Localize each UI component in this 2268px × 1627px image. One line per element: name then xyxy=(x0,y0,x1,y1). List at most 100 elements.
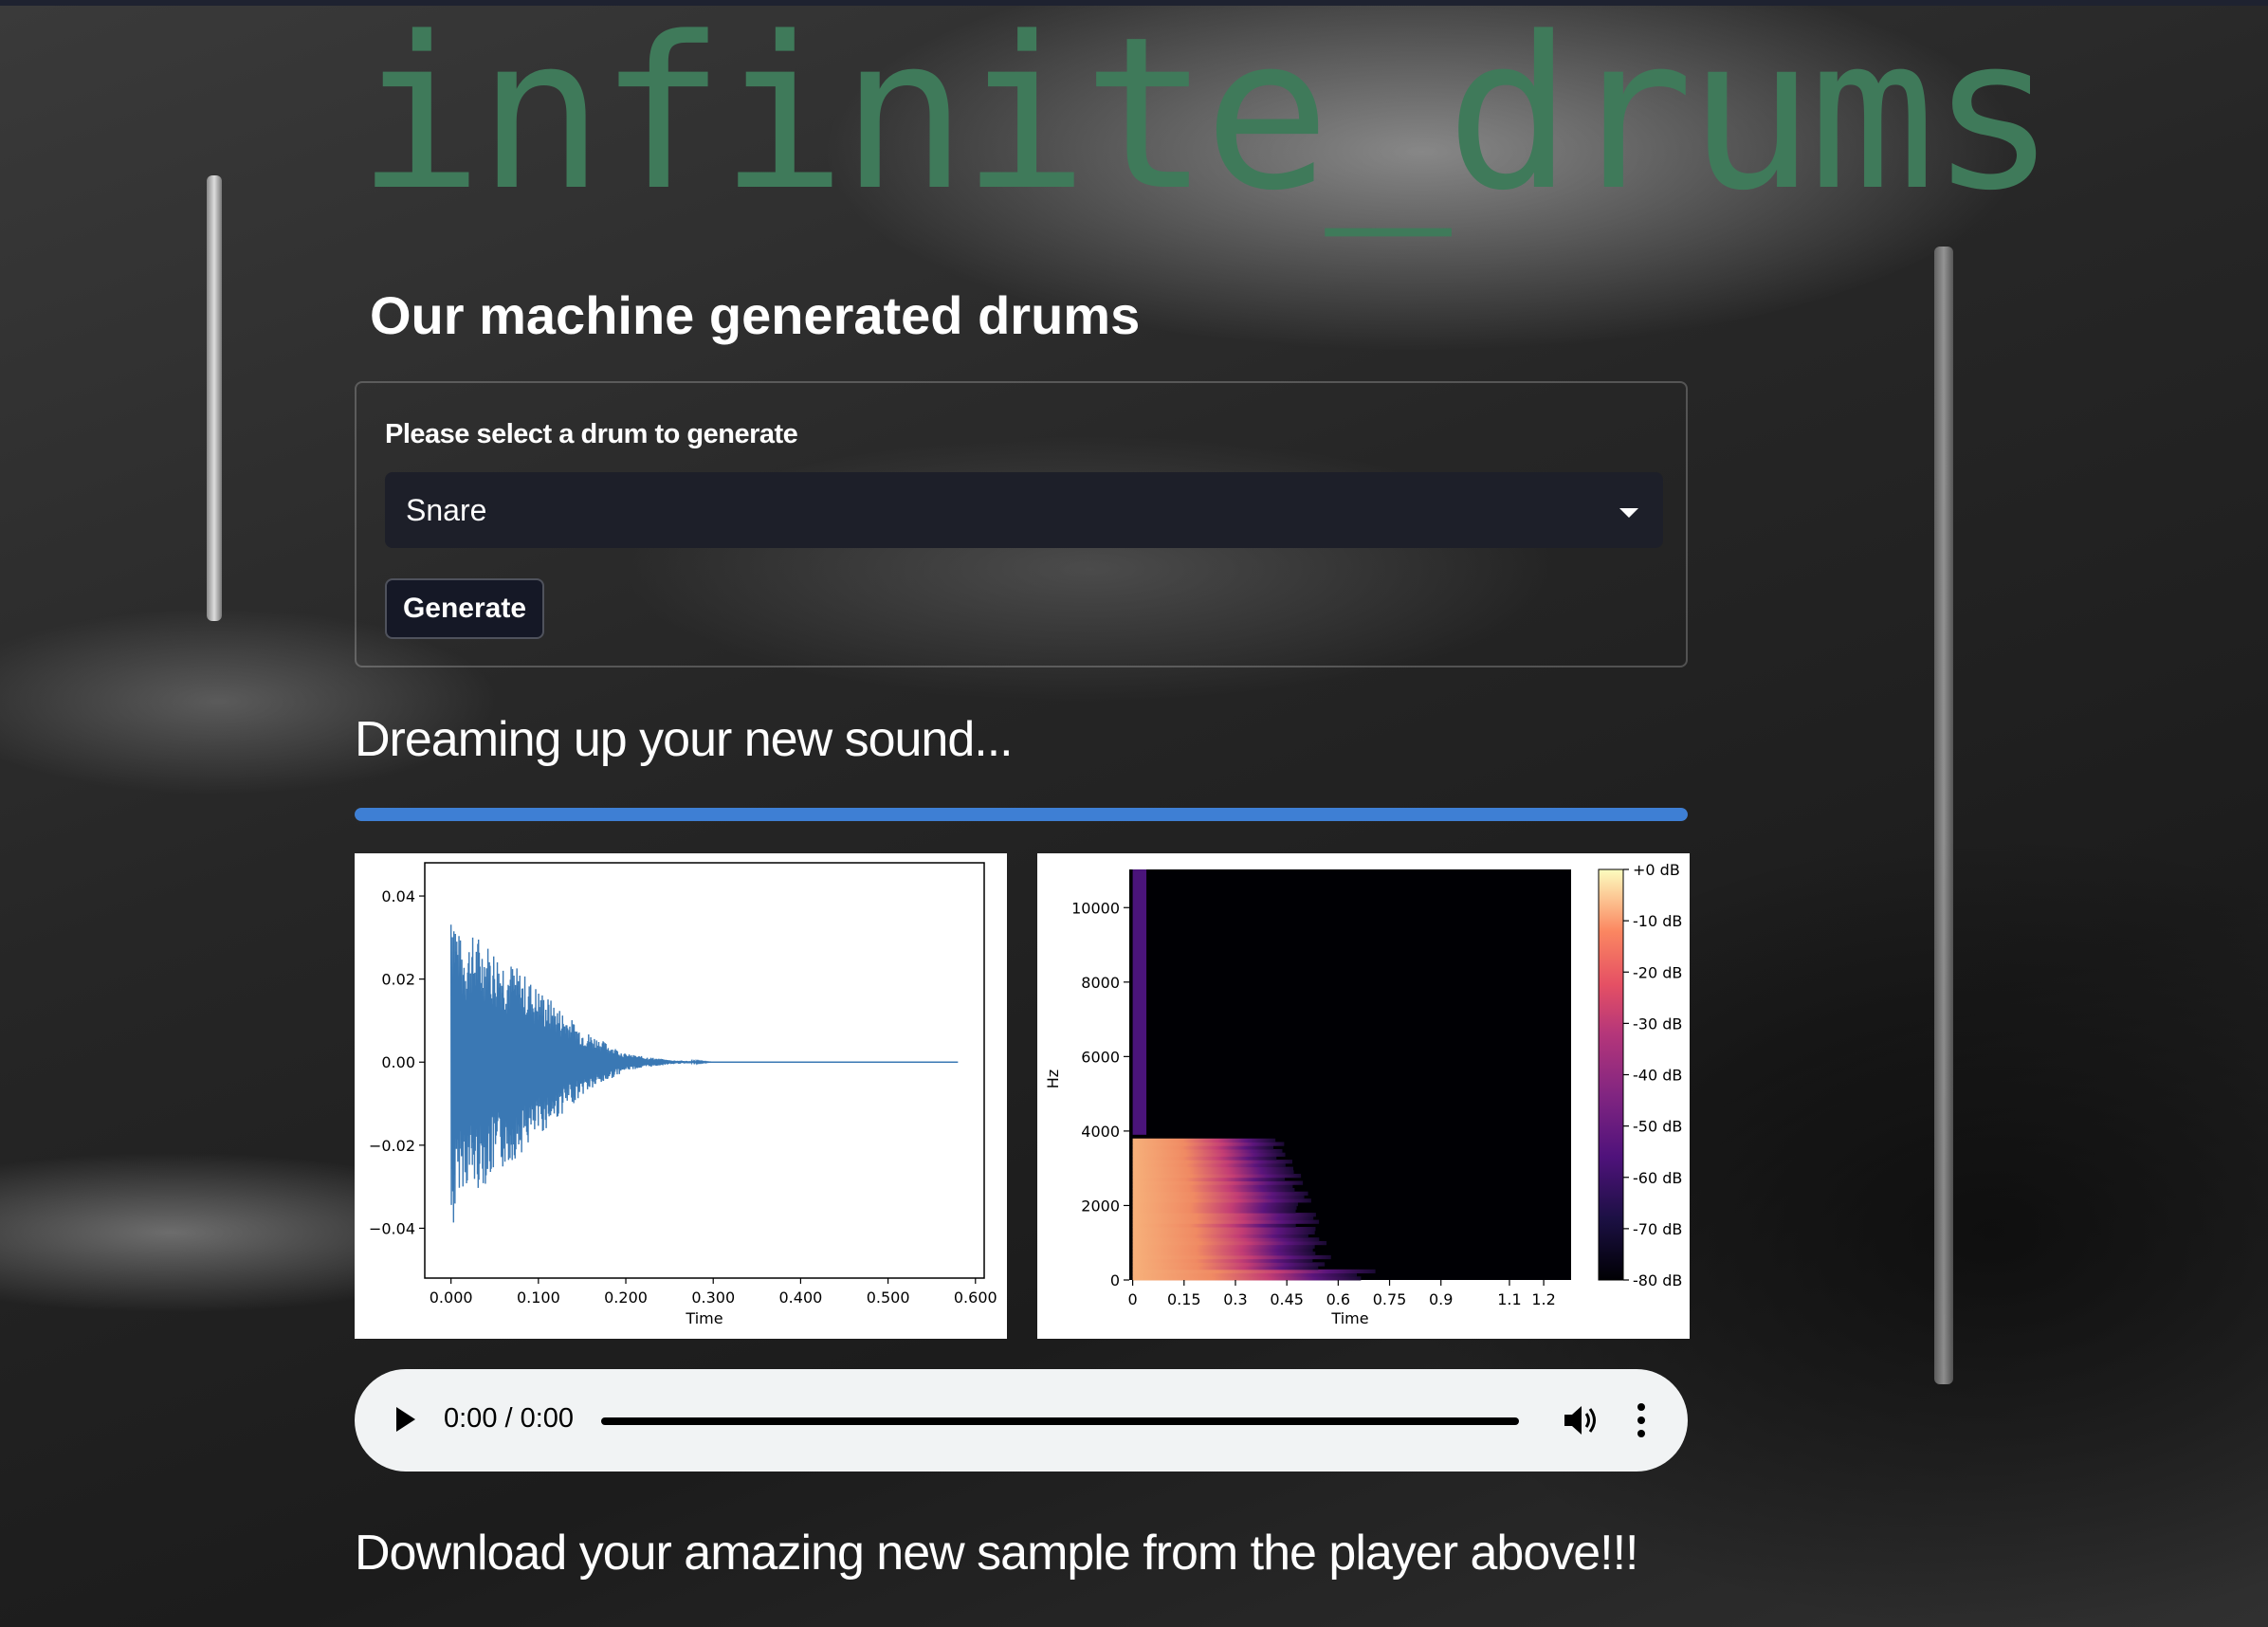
spectrogram-band xyxy=(1132,1156,1277,1161)
spectrogram-ytick-label: 2000 xyxy=(1081,1197,1120,1215)
spectrogram-band xyxy=(1132,1177,1286,1182)
spectrogram-band xyxy=(1132,1187,1295,1193)
spectrogram-band xyxy=(1132,1180,1304,1185)
waveform-xtick-label: 0.500 xyxy=(867,1289,910,1307)
spectrogram-band xyxy=(1132,1223,1296,1228)
spectrogram-ylabel: Hz xyxy=(1044,1069,1062,1088)
waveform-ytick-label: 0.02 xyxy=(381,971,415,989)
spectrogram-ytick-label: 6000 xyxy=(1081,1048,1120,1066)
colorbar-label: -70 dB xyxy=(1633,1220,1682,1238)
spectrogram-band xyxy=(1132,1138,1276,1143)
generate-button[interactable]: Generate xyxy=(385,578,544,639)
drum-select[interactable]: Snare xyxy=(385,472,1663,548)
audio-player[interactable]: 0:00 / 0:00 xyxy=(355,1369,1688,1472)
drum-select-value: Snare xyxy=(406,492,487,527)
player-time: 0:00 / 0:00 xyxy=(444,1403,575,1434)
cymbal-stand-left xyxy=(207,175,222,621)
waveform-ytick-label: −0.04 xyxy=(369,1219,415,1237)
waveform-xtick-label: 0.100 xyxy=(517,1289,560,1307)
status-text: Dreaming up your new sound... xyxy=(355,712,1014,767)
download-note: Download your amazing new sample from th… xyxy=(355,1526,1638,1581)
spectrogram-xtick-label: 0.6 xyxy=(1326,1290,1350,1308)
progress-bar-fill xyxy=(355,808,1688,821)
spectrogram-band xyxy=(1132,1230,1315,1234)
spectrogram-band xyxy=(1132,1240,1327,1246)
spectrogram-band xyxy=(1132,1170,1294,1175)
spectrogram-band xyxy=(1132,1162,1286,1168)
waveform-svg: 0.04 0.02 0.00 −0.02 −0.04 0.000 0.100 0.200 0.… xyxy=(369,862,997,1327)
progress-bar xyxy=(355,808,1688,821)
spectrogram-band xyxy=(1132,1209,1296,1214)
waveform-xtick-label: 0.300 xyxy=(691,1289,735,1307)
spectrogram-band xyxy=(1132,1191,1308,1196)
colorbar-label: -20 dB xyxy=(1633,963,1682,981)
spectrogram-xtick-label: 0.15 xyxy=(1167,1290,1201,1308)
spectrogram-band xyxy=(1132,1213,1316,1217)
waveform-ytick-label: 0.04 xyxy=(381,887,415,905)
waveform-xtick-label: 0.200 xyxy=(604,1289,648,1307)
spectrogram-ytick-label: 0 xyxy=(1110,1271,1120,1289)
colorbar-label: -50 dB xyxy=(1633,1118,1682,1136)
spectrogram-band xyxy=(1132,1244,1315,1249)
spectrogram-xtick-label: 0 xyxy=(1128,1290,1138,1308)
spectrogram-xlabel: Time xyxy=(1330,1309,1368,1327)
spectrogram-band xyxy=(1132,1272,1357,1277)
spectrogram-band xyxy=(1132,1262,1326,1267)
spectrogram-band xyxy=(1132,1166,1293,1171)
spectrogram-ytick-label: 4000 xyxy=(1081,1123,1120,1141)
waveform-xlabel: Time xyxy=(685,1309,722,1327)
colorbar-label: -60 dB xyxy=(1633,1169,1682,1187)
spectrogram-band xyxy=(1132,1184,1293,1189)
spectrogram-band xyxy=(1132,1145,1274,1150)
spectrogram-xtick-label: 0.9 xyxy=(1429,1290,1453,1308)
spectrogram-plot: 10000 8000 6000 4000 2000 0 0 0.15 0.3 0.45 0.6 0.… xyxy=(1037,853,1690,1339)
spectrogram-band xyxy=(1132,1216,1314,1221)
spectrogram-band xyxy=(1132,1258,1313,1263)
waveform-ytick-label: 0.00 xyxy=(381,1053,415,1071)
spectrogram-band xyxy=(1132,1252,1316,1256)
waveform-line xyxy=(449,924,959,1223)
spectrogram-onset-band xyxy=(1132,869,1147,1135)
spectrogram-xtick-label: 1.1 xyxy=(1497,1290,1521,1308)
waveform-plot: 0.04 0.02 0.00 −0.02 −0.04 0.000 0.100 0.200 0.… xyxy=(355,853,1007,1339)
volume-icon[interactable] xyxy=(1563,1403,1600,1437)
spectrogram-xtick-label: 0.3 xyxy=(1223,1290,1247,1308)
spectrogram-svg: 10000 8000 6000 4000 2000 0 0 0.15 0.3 0.45 0.6 0.… xyxy=(1044,861,1682,1327)
spectrogram-band xyxy=(1132,1201,1298,1207)
chevron-down-icon xyxy=(1619,508,1638,518)
colorbar-label: -40 dB xyxy=(1633,1067,1682,1085)
spectrogram-band xyxy=(1132,1219,1320,1224)
spectrogram-band xyxy=(1132,1269,1376,1274)
colorbar-label: -80 dB xyxy=(1633,1271,1682,1289)
spectrogram-band xyxy=(1132,1237,1320,1242)
spectrogram-band xyxy=(1132,1195,1305,1199)
spectrogram-ytick-label: 8000 xyxy=(1081,974,1120,992)
more-options-icon[interactable] xyxy=(1637,1401,1646,1439)
colorbar-label: -10 dB xyxy=(1633,912,1682,930)
spectrogram-ytick-label: 10000 xyxy=(1071,899,1120,917)
waveform-xtick-label: 0.400 xyxy=(779,1289,823,1307)
app-title: infinite_drums xyxy=(357,0,2057,237)
spectrogram-band xyxy=(1132,1205,1297,1210)
spectrogram-band xyxy=(1132,1266,1319,1271)
spectrogram-band xyxy=(1132,1234,1308,1238)
spectrogram-xtick-label: 0.75 xyxy=(1373,1290,1407,1308)
spectrogram-band xyxy=(1132,1248,1313,1252)
player-seek-bar[interactable] xyxy=(601,1417,1519,1425)
waveform-xtick-label: 0.000 xyxy=(430,1289,473,1307)
waveform-xtick-label: 0.600 xyxy=(954,1289,997,1307)
cymbal-stand-right xyxy=(1934,247,1953,1384)
spectrogram-band xyxy=(1132,1152,1286,1157)
page-heading: Our machine generated drums xyxy=(370,285,1141,345)
colorbar-label: +0 dB xyxy=(1633,861,1680,879)
spectrogram-colorbar xyxy=(1598,868,1624,1281)
drum-form: Please select a drum to generate Snare G… xyxy=(355,381,1688,667)
waveform-ytick-label: −0.02 xyxy=(369,1137,415,1155)
spectrogram-band xyxy=(1132,1198,1311,1203)
spectrogram-band xyxy=(1132,1227,1316,1232)
play-icon[interactable] xyxy=(396,1407,415,1432)
spectrogram-band xyxy=(1132,1148,1283,1154)
drum-select-label: Please select a drum to generate xyxy=(385,419,798,449)
spectrogram-band xyxy=(1132,1160,1292,1164)
colorbar-label: -30 dB xyxy=(1633,1015,1682,1033)
